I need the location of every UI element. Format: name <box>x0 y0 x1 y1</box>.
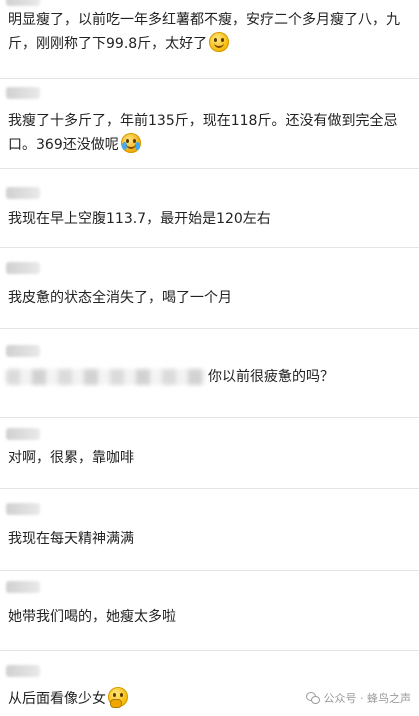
blurred-username <box>6 428 40 440</box>
crying-emoji-icon <box>120 133 141 153</box>
blurred-username <box>6 0 40 6</box>
blurred-quote <box>6 369 206 385</box>
list-item: 我瘦了十多斤了，年前135斤，现在118斤。还没有做到完全忌口。369还没做呢 <box>0 79 419 169</box>
list-item: 对啊，很累，靠咖啡 <box>0 418 419 488</box>
blurred-username <box>6 187 40 199</box>
list-item: 明显瘦了，以前吃一年多红薯都不瘦，安疗二个多月瘦了八，九斤，刚刚称了下99.8斤… <box>0 0 419 80</box>
blurred-username <box>6 262 40 274</box>
list-item: 我现在早上空腹113.7，最开始是120左右 <box>0 169 419 247</box>
list-item: 你以前很疲惫的吗？ <box>0 329 419 417</box>
message-text: 我现在每天精神满满 <box>8 531 134 547</box>
thinking-emoji-icon <box>108 687 128 708</box>
message-text: 她带我们喝的，她瘦太多啦 <box>8 609 176 625</box>
blurred-username <box>6 665 40 677</box>
chat-feed: 明显瘦了，以前吃一年多红薯都不瘦，安疗二个多月瘦了八，九斤，刚刚称了下99.8斤… <box>0 0 419 716</box>
blurred-username <box>6 503 40 515</box>
watermark: 公众号 · 蜂鸟之声 <box>305 690 412 706</box>
list-item: 从后面看像少女 <box>0 651 419 716</box>
blurred-username <box>6 345 40 357</box>
blurred-username <box>6 87 40 99</box>
message-text: 对啊，很累，靠咖啡 <box>8 450 134 466</box>
list-item: 她带我们喝的，她瘦太多啦 <box>0 571 419 647</box>
watermark-label: 公众号 · 蜂鸟之声 <box>323 692 412 705</box>
wechat-icon <box>305 692 320 704</box>
list-item: 我现在每天精神满满 <box>0 489 419 569</box>
blurred-username <box>6 581 40 593</box>
message-text: 我皮惫的状态全消失了，喝了一个月 <box>8 290 232 306</box>
message-text: 我瘦了十多斤了，年前135斤，现在118斤。还没有做到完全忌口。369还没做呢 <box>8 113 398 153</box>
message-text: 我现在早上空腹113.7，最开始是120左右 <box>8 211 271 227</box>
list-item: 我皮惫的状态全消失了，喝了一个月 <box>0 248 419 328</box>
message-text: 明显瘦了，以前吃一年多红薯都不瘦，安疗二个多月瘦了八，九斤，刚刚称了下99.8斤… <box>8 12 400 52</box>
message-text: 你以前很疲惫的吗？ <box>208 369 334 385</box>
smile-emoji-icon <box>209 32 230 52</box>
